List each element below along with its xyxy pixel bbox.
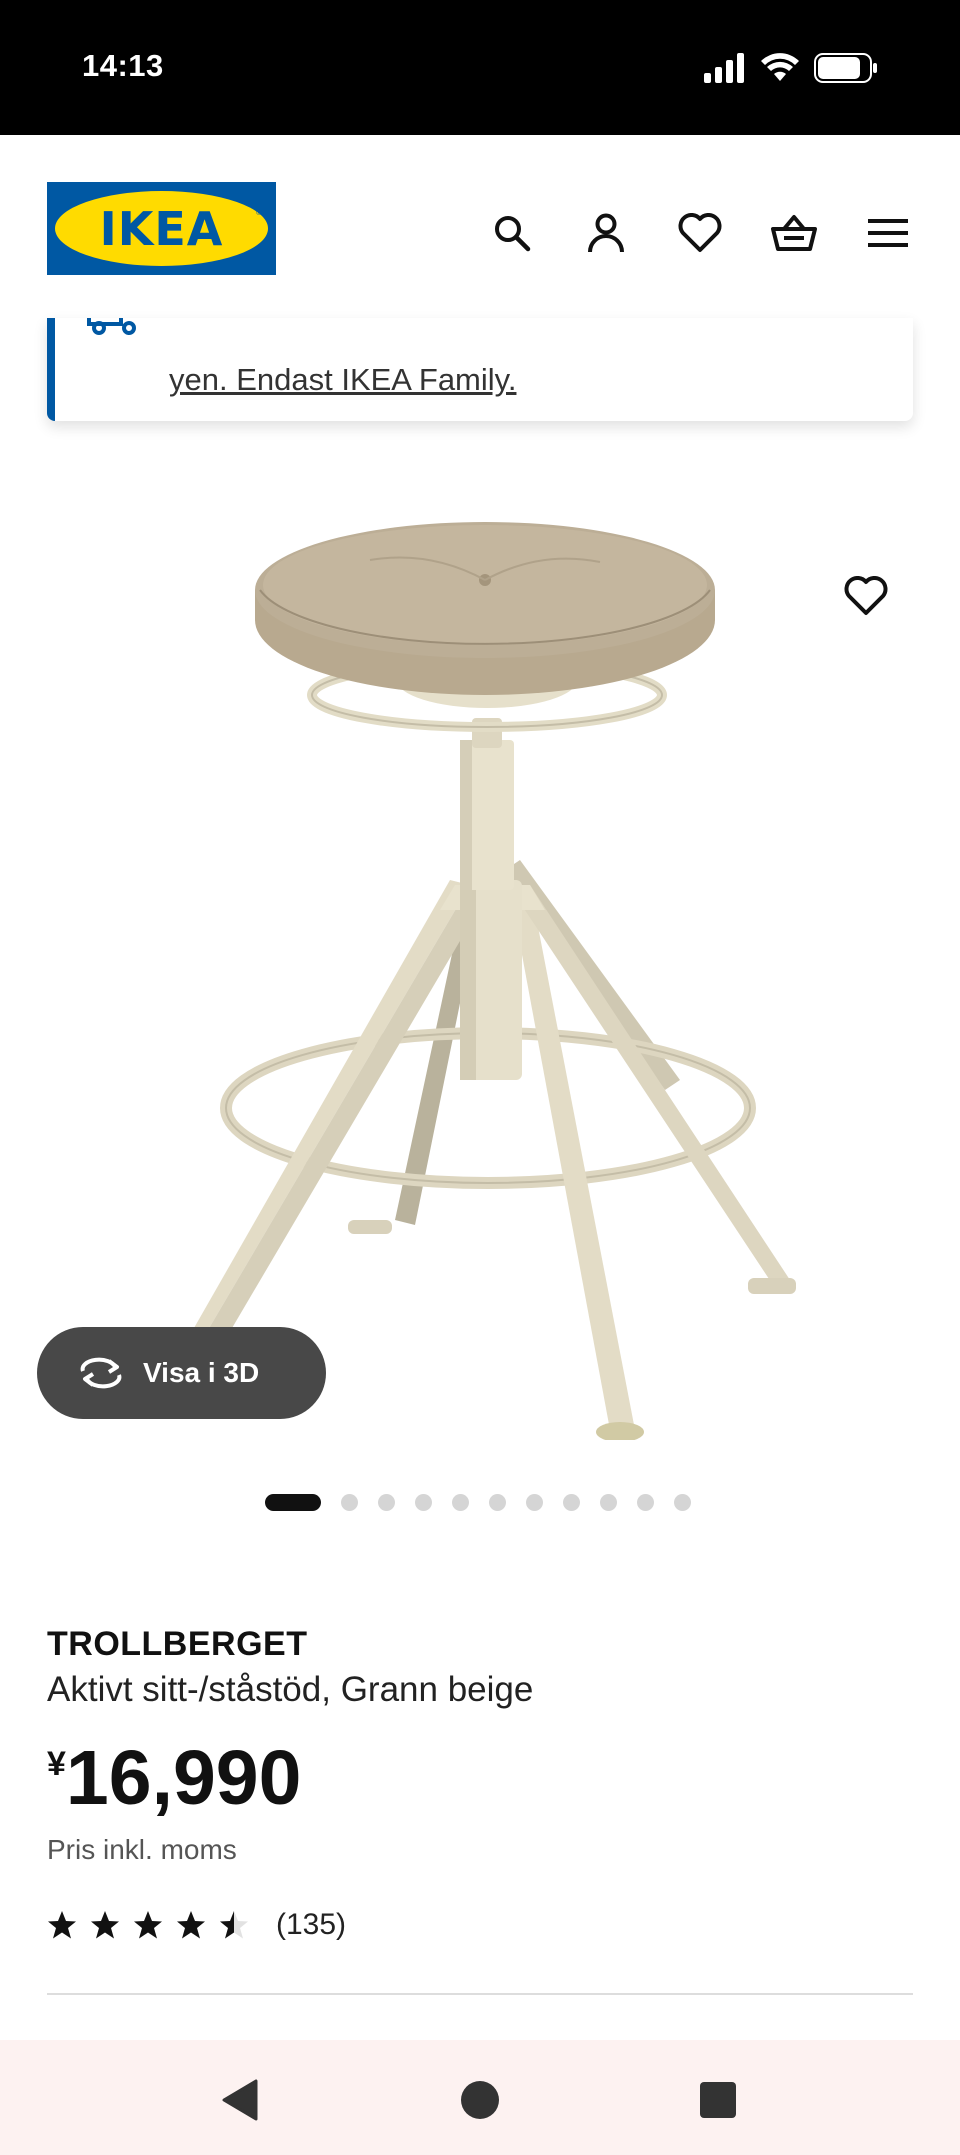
status-bar: 14:13 xyxy=(0,0,960,135)
view-in-3d-label: Visa i 3D xyxy=(143,1357,260,1388)
star-full-icon xyxy=(134,1911,162,1939)
star-full-icon xyxy=(177,1911,205,1939)
carousel-dot[interactable] xyxy=(526,1494,543,1511)
heart-icon xyxy=(678,213,722,252)
signal-icon xyxy=(704,53,744,83)
carousel-dot[interactable] xyxy=(378,1494,395,1511)
star-full-icon xyxy=(48,1911,76,1939)
recents-button[interactable] xyxy=(688,2070,748,2130)
stool-illustration xyxy=(190,522,796,1442)
carousel-dot[interactable] xyxy=(341,1494,358,1511)
rotate-3d-icon xyxy=(80,1357,122,1389)
review-count[interactable]: (135) xyxy=(276,1908,346,1942)
home-circle-icon xyxy=(461,2081,499,2119)
view-in-3d-button[interactable]: Visa i 3D xyxy=(37,1327,326,1419)
back-triangle-icon xyxy=(222,2079,258,2121)
carousel-dot[interactable] xyxy=(637,1494,654,1511)
status-icons xyxy=(704,52,878,84)
carousel-dot[interactable] xyxy=(452,1494,469,1511)
product-description: Aktivt sitt-/ståstöd, Grann beige xyxy=(47,1670,534,1709)
product-price: ¥ 16,990 xyxy=(47,1733,301,1823)
ikea-logo[interactable]: IKEA ® xyxy=(47,182,276,275)
carousel-dot[interactable] xyxy=(415,1494,432,1511)
logo-registered-mark: ® xyxy=(256,208,262,217)
star-full-icon xyxy=(91,1911,119,1939)
logo-text: IKEA xyxy=(99,201,224,256)
site-header: IKEA ® xyxy=(0,135,960,323)
heart-icon xyxy=(844,576,888,615)
account-button[interactable] xyxy=(578,205,634,261)
search-icon xyxy=(495,216,531,252)
image-carousel-indicator xyxy=(265,1494,691,1511)
carousel-dot[interactable] xyxy=(600,1494,617,1511)
battery-icon xyxy=(814,53,877,83)
product-name: TROLLBERGET xyxy=(47,1625,308,1663)
menu-icon xyxy=(868,219,908,247)
carousel-dot[interactable] xyxy=(489,1494,506,1511)
price-value: 16,990 xyxy=(65,1735,302,1821)
product-favourite-button[interactable] xyxy=(836,566,896,626)
wifi-icon xyxy=(761,53,799,81)
star-half-icon xyxy=(220,1911,248,1939)
section-divider xyxy=(47,1993,913,1995)
notice-text[interactable]: yen. Endast IKEA Family. xyxy=(169,359,516,401)
menu-button[interactable] xyxy=(860,205,916,261)
status-time: 14:13 xyxy=(82,48,164,83)
basket-icon xyxy=(771,215,817,251)
basket-button[interactable] xyxy=(766,205,822,261)
carousel-dot[interactable] xyxy=(563,1494,580,1511)
back-button[interactable] xyxy=(210,2070,270,2130)
home-button[interactable] xyxy=(450,2070,510,2130)
recents-square-icon xyxy=(700,2082,736,2118)
carousel-dot[interactable] xyxy=(265,1494,321,1511)
header-actions xyxy=(484,205,916,261)
search-button[interactable] xyxy=(484,205,540,261)
product-rating[interactable]: (135) xyxy=(47,1908,346,1942)
product-image[interactable] xyxy=(0,440,960,1442)
family-offer-banner[interactable]: yen. Endast IKEA Family. xyxy=(47,318,913,421)
carousel-dot[interactable] xyxy=(674,1494,691,1511)
delivery-truck-icon xyxy=(87,318,136,335)
favourites-button[interactable] xyxy=(672,205,728,261)
price-note: Pris inkl. moms xyxy=(47,1834,237,1865)
price-currency: ¥ xyxy=(47,1745,66,1783)
system-navigation-bar xyxy=(0,2040,960,2155)
user-icon xyxy=(588,213,624,253)
